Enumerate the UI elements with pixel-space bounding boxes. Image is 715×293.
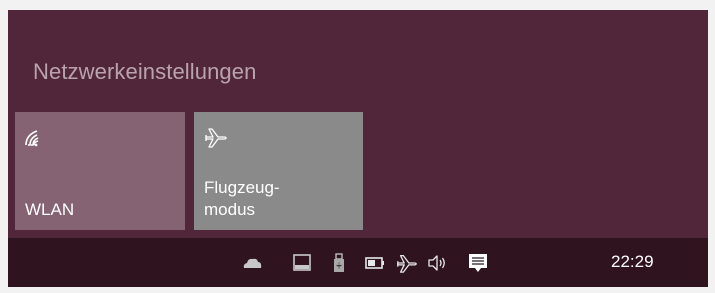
network-flyout: Netzwerkeinstellungen WLAN Flugzeug- mod…: [8, 10, 708, 238]
speaker-volume-icon[interactable]: [426, 252, 448, 274]
network-settings-link[interactable]: Netzwerkeinstellungen: [33, 59, 256, 85]
wlan-tile[interactable]: WLAN: [15, 112, 185, 230]
touch-keyboard-icon[interactable]: [291, 252, 313, 274]
airplane-mode-tile-label: Flugzeug- modus: [204, 178, 280, 219]
taskbar-clock[interactable]: 22:29: [611, 252, 654, 272]
battery-icon[interactable]: [364, 252, 386, 274]
airplane-mode-tile[interactable]: Flugzeug- modus: [194, 112, 363, 230]
screenshot-frame: Netzwerkeinstellungen WLAN Flugzeug- mod…: [0, 0, 715, 293]
airplane-mode-icon[interactable]: [396, 252, 418, 274]
usb-device-icon[interactable]: [328, 252, 350, 274]
action-center-icon[interactable]: [467, 252, 489, 274]
wlan-tile-label: WLAN: [25, 200, 75, 219]
wifi-icon: [25, 125, 49, 149]
onedrive-cloud-icon[interactable]: [241, 252, 263, 274]
taskbar: 22:29: [8, 238, 708, 287]
airplane-icon: [204, 125, 228, 149]
